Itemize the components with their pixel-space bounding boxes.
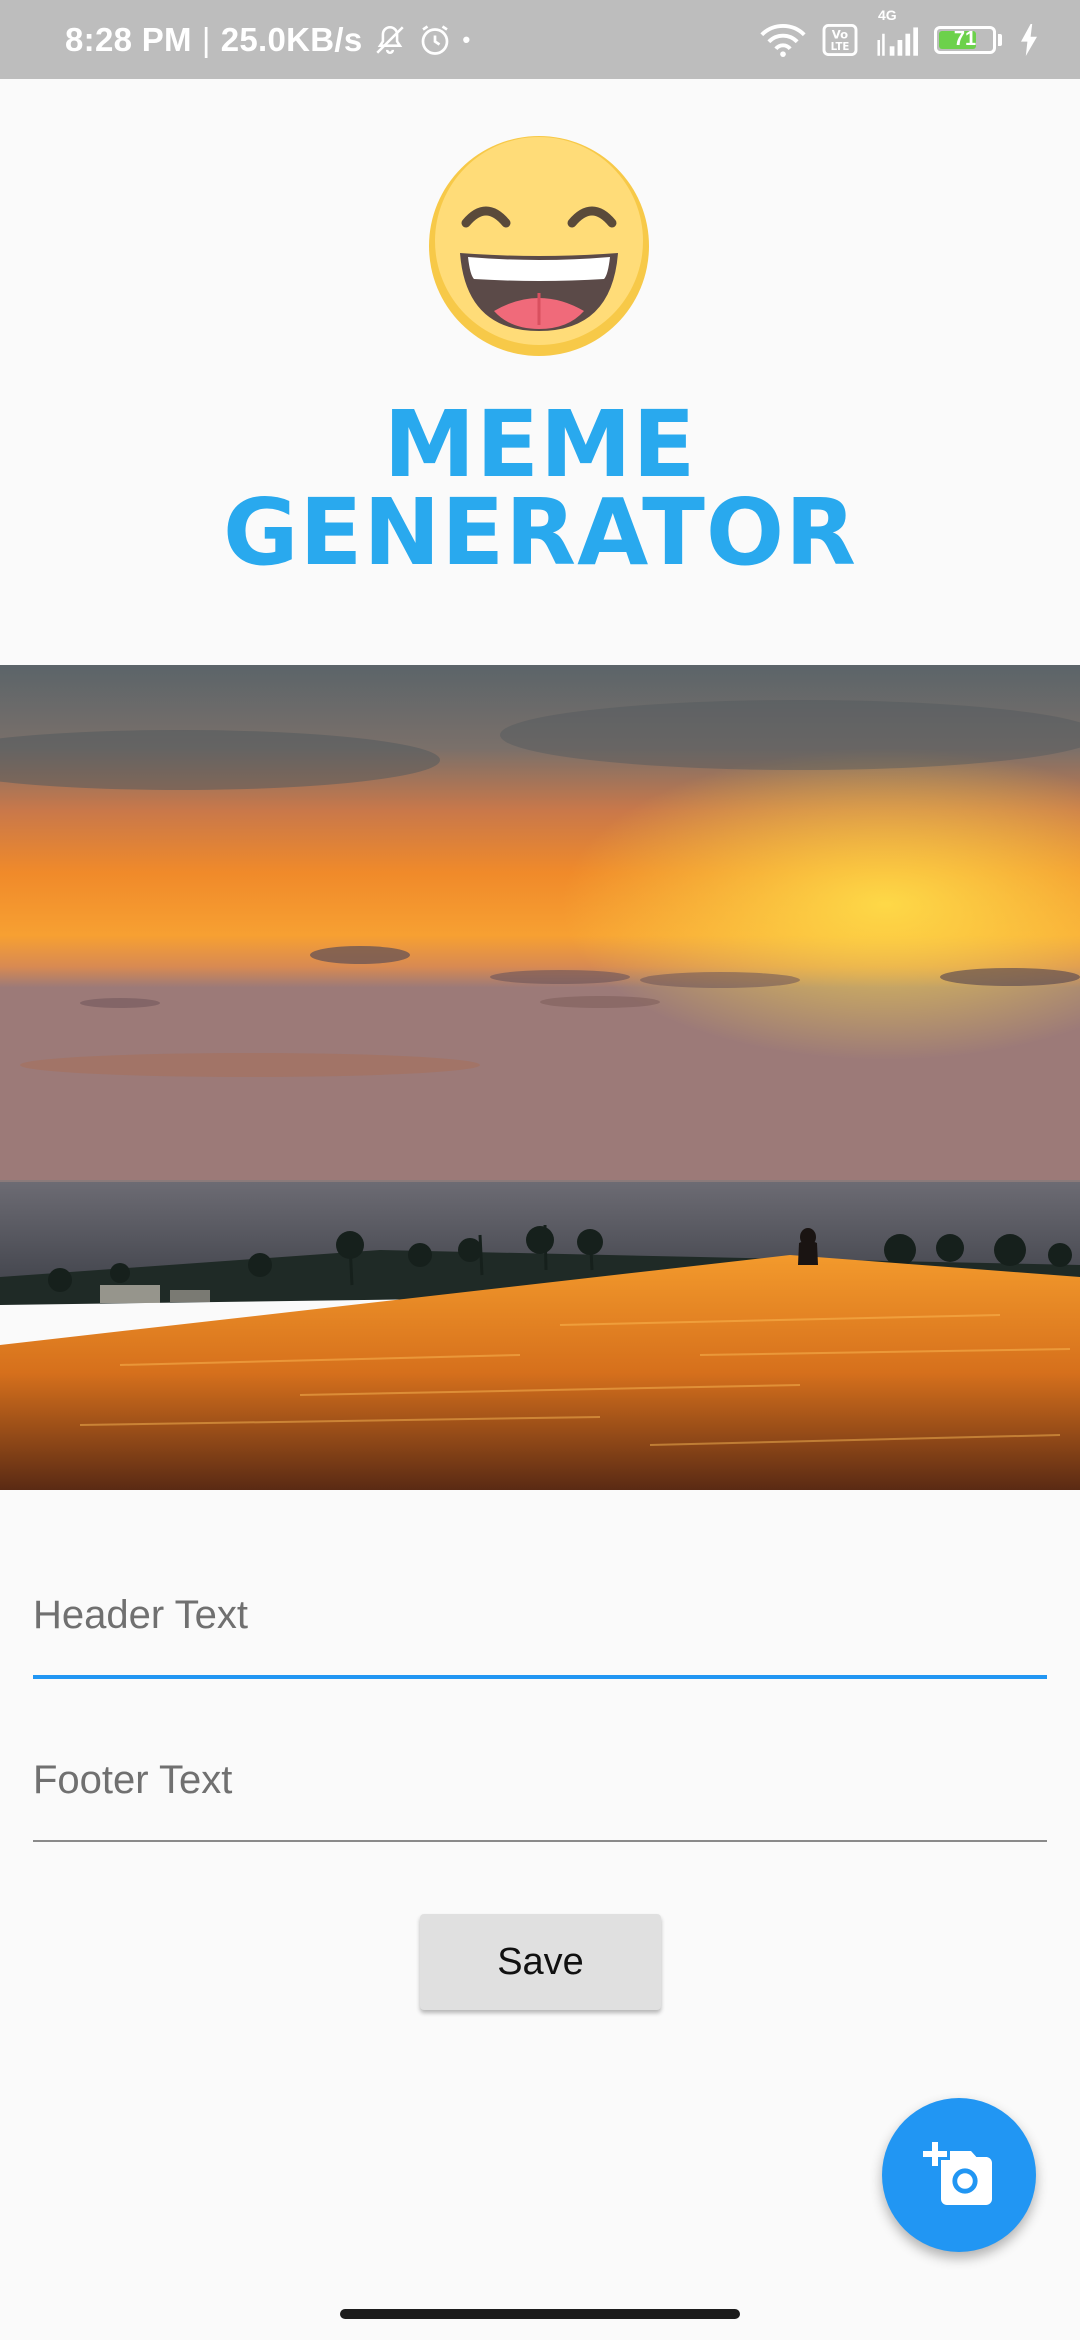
wifi-icon [760,22,806,58]
battery-icon: 71 [934,25,1002,54]
alarm-icon [417,22,453,58]
svg-text:LTE: LTE [831,42,850,53]
status-speed: 25.0KB/s [220,20,363,58]
volte-icon: Vo LTE [822,23,858,56]
header-text-field[interactable] [33,1555,1047,1679]
status-separator: | [201,20,211,58]
status-dot: • [462,26,471,52]
footer-text-field[interactable] [33,1720,1047,1842]
logo-title-line1: MEME [383,391,697,498]
header-text-input[interactable] [33,1555,1047,1675]
network-type: 4G [878,6,897,23]
status-time: 8:28 PM [65,20,192,58]
status-left: 8:28 PM | 25.0KB/s • [65,0,471,79]
logo-title-line2: GENERATOR [223,479,857,586]
status-right: Vo LTE 4G 71 [760,0,1040,79]
signal-icon: 4G [874,7,918,57]
footer-text-input[interactable] [33,1720,1047,1840]
laughing-emoji-icon [428,135,650,357]
add-photo-icon [923,2139,995,2211]
battery-level: 71 [953,28,977,50]
save-button[interactable]: Save [420,1914,661,2010]
home-indicator[interactable] [340,2309,740,2319]
add-photo-button[interactable] [882,2098,1036,2252]
bell-off-icon [373,23,407,57]
svg-text:Vo: Vo [832,27,848,41]
app-logo: MEME GENERATOR [0,79,1080,665]
status-bar: 8:28 PM | 25.0KB/s • Vo LTE 4G 71 [0,0,1080,79]
meme-image[interactable] [0,665,1080,1490]
charging-icon [1018,23,1040,56]
